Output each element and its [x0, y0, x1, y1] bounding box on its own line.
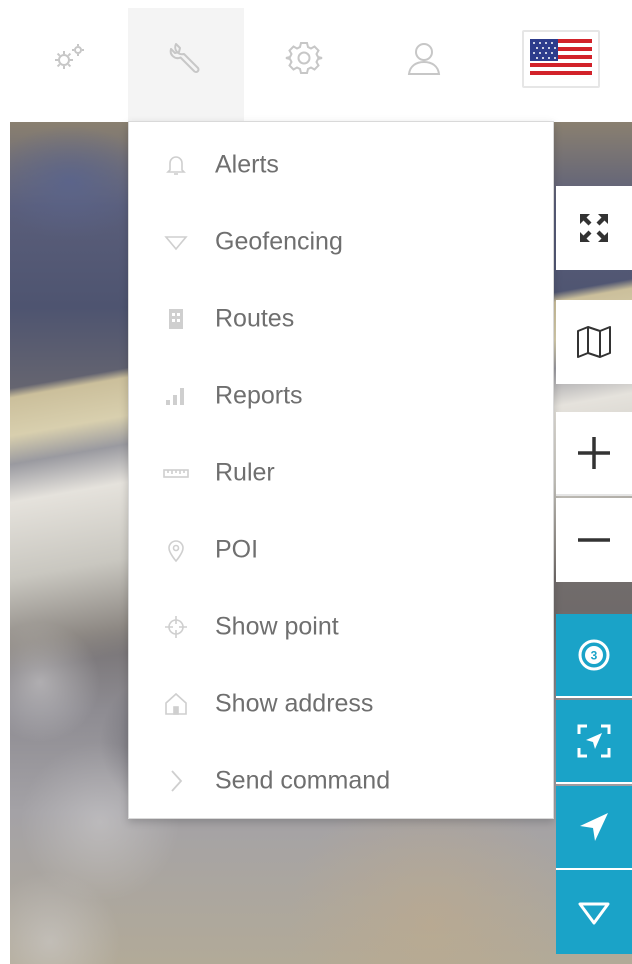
menu-item-alerts[interactable]: Alerts [129, 126, 553, 203]
minus-icon [578, 538, 610, 542]
geofence-triangle-icon [578, 902, 610, 925]
plus-icon [578, 437, 610, 469]
menu-item-label: Geofencing [215, 227, 343, 255]
fit-bounds-icon [577, 724, 611, 758]
fit-objects-button[interactable] [556, 700, 632, 784]
menu-item-label: Alerts [215, 150, 279, 178]
menu-item-label: Routes [215, 304, 295, 332]
menu-item-label: Show address [215, 689, 374, 717]
tools-dropdown-menu: Alerts Geofencing Routes Reports Ruler P… [128, 121, 554, 819]
triangle-down-icon [163, 229, 189, 255]
menu-item-label: Show point [215, 612, 339, 640]
bar-chart-icon [163, 383, 189, 409]
toolbar-gears-button[interactable] [10, 8, 128, 122]
history-badge-count: 3 [591, 649, 598, 663]
bell-icon [163, 152, 189, 178]
menu-item-show-point[interactable]: Show point [129, 588, 553, 665]
toolbar-tools-button[interactable] [128, 8, 244, 122]
menu-item-geofencing[interactable]: Geofencing [129, 203, 553, 280]
toolbar-user-button[interactable] [364, 8, 484, 122]
crosshair-icon [163, 614, 189, 640]
ruler-icon [163, 460, 189, 486]
map-icon [577, 326, 611, 358]
zoom-out-button[interactable] [556, 498, 632, 582]
menu-item-poi[interactable]: POI [129, 511, 553, 588]
us-flag-icon [530, 39, 592, 79]
geofence-button[interactable] [556, 870, 632, 954]
menu-item-send-command[interactable]: Send command [129, 742, 553, 819]
follow-button[interactable] [556, 786, 632, 870]
fullscreen-icon [580, 214, 608, 242]
menu-item-label: Send command [215, 766, 391, 794]
menu-item-label: Reports [215, 381, 303, 409]
user-icon [407, 43, 441, 75]
menu-item-routes[interactable]: Routes [129, 280, 553, 357]
menu-item-label: Ruler [215, 458, 275, 486]
history-badge-icon: 3 [578, 639, 610, 671]
gears-icon [55, 44, 84, 69]
toolbar-settings-button[interactable] [244, 8, 364, 122]
menu-item-reports[interactable]: Reports [129, 357, 553, 434]
zoom-in-button[interactable] [556, 412, 632, 496]
map-layers-button[interactable] [556, 300, 632, 384]
menu-item-label: POI [215, 535, 259, 563]
menu-item-ruler[interactable]: Ruler [129, 434, 553, 511]
top-toolbar [0, 0, 632, 122]
map-pin-icon [163, 537, 189, 563]
history-button[interactable]: 3 [556, 614, 632, 698]
route-icon [163, 306, 189, 332]
menu-item-show-address[interactable]: Show address [129, 665, 553, 742]
navigation-arrow-icon [580, 813, 608, 841]
language-button[interactable] [522, 30, 600, 88]
chevron-right-icon [163, 768, 189, 794]
wrench-icon [169, 43, 200, 73]
fullscreen-button[interactable] [556, 186, 632, 270]
settings-icon [285, 42, 323, 74]
house-icon [163, 691, 189, 717]
